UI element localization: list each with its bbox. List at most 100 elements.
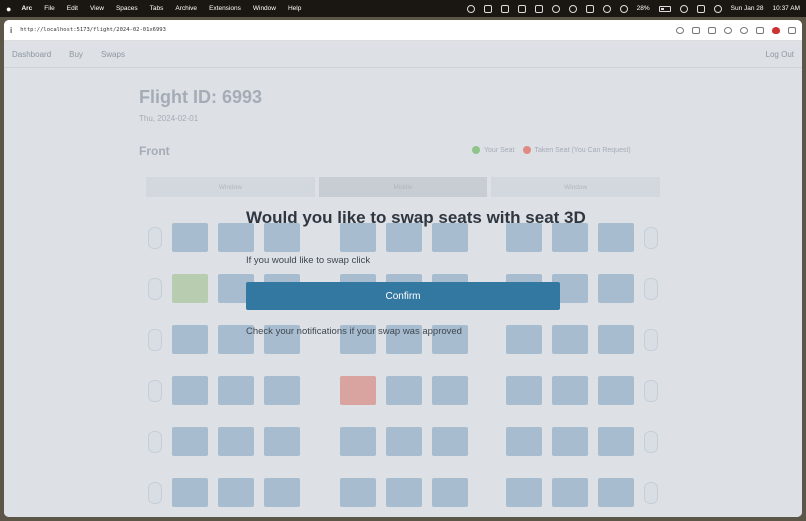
link-icon[interactable] <box>676 26 684 34</box>
seat-button[interactable] <box>432 478 468 507</box>
menu-help[interactable]: Help <box>288 5 301 12</box>
site-info-icon[interactable]: i <box>10 26 12 35</box>
code-icon[interactable] <box>756 26 764 34</box>
history-icon[interactable] <box>551 4 560 13</box>
seat-button[interactable] <box>598 376 634 405</box>
nav-swaps[interactable]: Swaps <box>101 50 125 59</box>
seat-button[interactable] <box>218 427 254 456</box>
menu-app[interactable]: Arc <box>21 5 32 12</box>
window-marker <box>644 482 658 504</box>
url-text[interactable]: http://localhost:5173/flight/2024-02-01x… <box>20 27 166 33</box>
seat-button[interactable] <box>172 427 208 456</box>
cabin-header: Window Middle Window <box>146 177 661 197</box>
seat-button[interactable] <box>552 376 588 405</box>
window-marker <box>148 329 162 351</box>
seat-button[interactable] <box>386 478 422 507</box>
menu-edit[interactable]: Edit <box>67 5 78 12</box>
battery-icon[interactable] <box>658 5 671 12</box>
cabin-section-left: Window <box>146 177 315 197</box>
diamond-icon[interactable] <box>483 4 492 13</box>
seat-button[interactable] <box>340 427 376 456</box>
section-label: Front <box>139 144 170 158</box>
menu-spaces[interactable]: Spaces <box>116 5 138 12</box>
seat-button[interactable] <box>552 325 588 354</box>
menu-extensions[interactable]: Extensions <box>209 5 241 12</box>
menu-date: Sun Jan 28 <box>730 5 764 12</box>
nav-dashboard[interactable]: Dashboard <box>12 50 51 59</box>
seat-button[interactable] <box>172 223 208 252</box>
seat-button[interactable] <box>172 478 208 507</box>
window-marker <box>644 329 658 351</box>
window-marker <box>644 278 658 300</box>
seat-button[interactable] <box>506 325 542 354</box>
seat-button[interactable] <box>552 478 588 507</box>
window-marker <box>644 227 658 249</box>
seat-button[interactable] <box>264 427 300 456</box>
window-marker <box>148 278 162 300</box>
seat-button[interactable] <box>172 325 208 354</box>
shield-icon[interactable] <box>772 26 780 34</box>
dashboard-icon[interactable] <box>517 4 526 13</box>
menu-tabs[interactable]: Tabs <box>150 5 164 12</box>
seat-button[interactable] <box>218 478 254 507</box>
camera-icon[interactable] <box>692 26 700 34</box>
apple-icon[interactable]: ● <box>6 4 11 14</box>
wifi-icon[interactable] <box>679 4 688 13</box>
browser-window: i http://localhost:5173/flight/2024-02-0… <box>4 20 802 517</box>
menu-file[interactable]: File <box>44 5 54 12</box>
seat-button[interactable] <box>598 223 634 252</box>
control-center-icon[interactable] <box>696 4 705 13</box>
green-dot-icon <box>472 146 480 154</box>
seat-button[interactable] <box>432 376 468 405</box>
menu-window[interactable]: Window <box>253 5 276 12</box>
siri-icon[interactable] <box>713 4 722 13</box>
seat-button[interactable] <box>218 376 254 405</box>
reader-icon[interactable] <box>708 26 716 34</box>
menu-view[interactable]: View <box>90 5 104 12</box>
extension-icon[interactable] <box>724 26 732 34</box>
flight-date: Thu, 2024-02-01 <box>139 114 199 123</box>
seat-button[interactable] <box>506 478 542 507</box>
seat-button[interactable] <box>598 274 634 303</box>
window-marker <box>644 380 658 402</box>
seat-button[interactable] <box>264 376 300 405</box>
confirm-button[interactable]: Confirm <box>246 282 560 310</box>
nav-buy[interactable]: Buy <box>69 50 83 59</box>
battery-percent: 28% <box>636 5 650 12</box>
seat-button[interactable] <box>506 427 542 456</box>
seat-button[interactable] <box>340 478 376 507</box>
seat-button[interactable] <box>598 427 634 456</box>
seat-button[interactable] <box>598 325 634 354</box>
legend-taken-seat: Taken Seat (You Can Request) <box>522 146 631 154</box>
seat-button[interactable] <box>264 478 300 507</box>
legend-your-seat-label: Your Seat <box>484 146 515 154</box>
user-icon[interactable] <box>619 4 628 13</box>
window-marker <box>148 431 162 453</box>
cabin-section-middle: Middle <box>318 177 488 197</box>
play-icon[interactable] <box>602 4 611 13</box>
menu-bar: ● Arc File Edit View Spaces Tabs Archive… <box>0 0 806 17</box>
seat-button[interactable] <box>552 427 588 456</box>
bluetooth-icon[interactable] <box>568 4 577 13</box>
seat-button[interactable] <box>598 478 634 507</box>
flight-title: Flight ID: 6993 <box>139 87 263 107</box>
sidebar-icon[interactable] <box>788 26 796 34</box>
seat-button[interactable] <box>172 274 208 303</box>
seat-button[interactable] <box>340 376 376 405</box>
seat-button[interactable] <box>172 376 208 405</box>
menu-archive[interactable]: Archive <box>175 5 197 12</box>
steam-icon[interactable] <box>466 4 475 13</box>
seat-button[interactable] <box>386 427 422 456</box>
window-marker <box>644 431 658 453</box>
logout-link[interactable]: Log Out <box>766 50 794 59</box>
target-icon[interactable] <box>740 26 748 34</box>
seat-button[interactable] <box>432 427 468 456</box>
window-marker <box>148 482 162 504</box>
message-icon[interactable] <box>500 4 509 13</box>
seat-button[interactable] <box>506 376 542 405</box>
seat-button[interactable] <box>386 376 422 405</box>
window-icon[interactable] <box>534 4 543 13</box>
control-icon[interactable] <box>585 4 594 13</box>
app-page: Dashboard Buy Swaps Log Out Flight ID: 6… <box>4 41 802 517</box>
modal-note: Check your notifications if your swap wa… <box>246 326 462 337</box>
